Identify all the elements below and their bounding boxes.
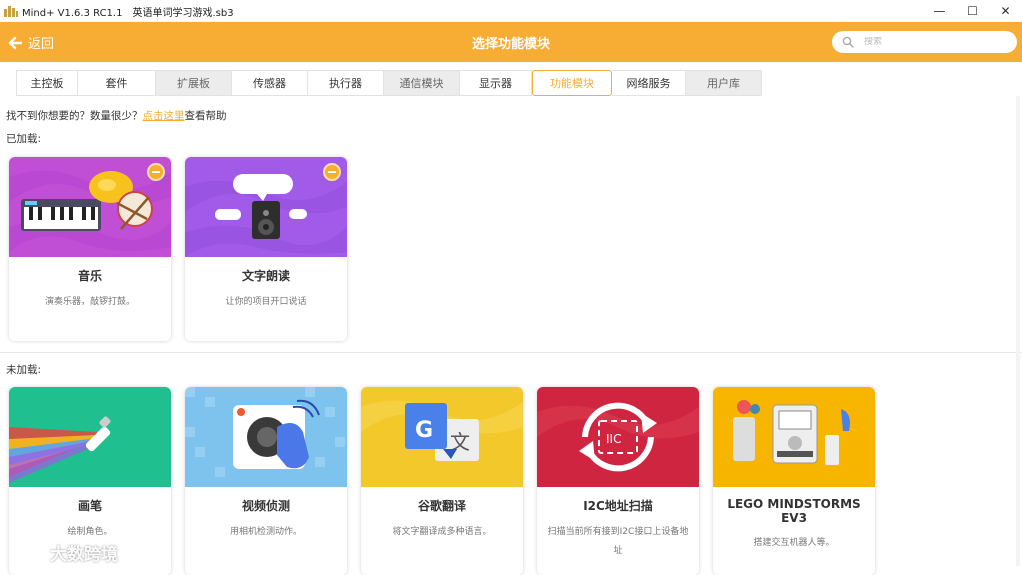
- svg-text:G: G: [415, 418, 433, 443]
- module-desc: 搭建交互机器人等。: [753, 538, 835, 548]
- module-card-text-to-speech[interactable]: 文字朗读 让你的项目开口说话: [185, 157, 347, 341]
- module-desc: 让你的项目开口说话: [225, 297, 307, 307]
- help-link[interactable]: 点击这里: [143, 110, 185, 122]
- scrollbar[interactable]: [1016, 96, 1020, 566]
- module-name: 画笔: [77, 499, 102, 513]
- search-input[interactable]: [864, 37, 1004, 47]
- module-card-lego-ev3[interactable]: LEGO MINDSTORMS EV3 搭建交互机器人等。: [713, 387, 875, 575]
- category-tabs: 主控板 套件 扩展板 传感器 执行器 通信模块 显示器 功能模块 网络服务 用户…: [16, 70, 762, 96]
- music-keyboard-drum-icon: [9, 157, 171, 257]
- tab-function[interactable]: 功能模块: [532, 70, 612, 96]
- module-desc: 将文字翻译成多种语言。: [392, 527, 492, 537]
- tab-display[interactable]: 显示器: [460, 70, 532, 96]
- camera-hand-icon: [185, 387, 347, 487]
- close-button[interactable]: ✕: [989, 0, 1022, 22]
- module-desc: 扫描当前所有接到I2C接口上设备地址: [547, 527, 689, 556]
- svg-text:IIC: IIC: [606, 432, 621, 446]
- tab-main-board[interactable]: 主控板: [16, 70, 78, 96]
- pen-rainbow-icon: [9, 387, 171, 487]
- module-card-video-sensing[interactable]: 视频侦测 用相机检测动作。: [185, 387, 347, 575]
- google-translate-icon: 文 G: [361, 387, 523, 487]
- search-box[interactable]: [832, 31, 1017, 53]
- module-card-i2c-scan[interactable]: IIC I2C地址扫描 扫描当前所有接到I2C接口上设备地址: [537, 387, 699, 575]
- maximize-button[interactable]: ☐: [956, 0, 989, 22]
- minimize-button[interactable]: —: [923, 0, 956, 22]
- window-title: Mind+ V1.6.3 RC1.1 英语单词学习游戏.sb3: [22, 7, 234, 19]
- watermark-logo-icon: [9, 543, 44, 562]
- module-name: 谷歌翻译: [417, 499, 466, 513]
- module-name: LEGO MINDSTORMS EV3: [727, 497, 861, 525]
- module-desc: 演奏乐器，敲锣打鼓。: [44, 297, 135, 307]
- tab-sensor[interactable]: 传感器: [232, 70, 308, 96]
- unloaded-section-label: 未加载:: [6, 364, 42, 376]
- remove-module-button[interactable]: [323, 163, 341, 181]
- module-name: 文字朗读: [241, 269, 290, 283]
- title-bar: Mind+ V1.6.3 RC1.1 英语单词学习游戏.sb3 — ☐ ✕: [0, 0, 1022, 22]
- tab-expansion-board[interactable]: 扩展板: [156, 70, 232, 96]
- module-name: 音乐: [77, 269, 102, 283]
- speaker-speech-icon: [185, 157, 347, 257]
- watermark: 大数跨境: [8, 540, 118, 565]
- module-name: 视频侦测: [241, 499, 290, 513]
- module-desc: 用相机检测动作。: [229, 527, 302, 537]
- i2c-scan-icon: IIC: [537, 387, 699, 487]
- header-bar: 返回 选择功能模块: [0, 22, 1022, 62]
- tab-network[interactable]: 网络服务: [612, 70, 686, 96]
- module-name: I2C地址扫描: [583, 499, 653, 513]
- lego-ev3-icon: [713, 387, 875, 487]
- help-line: 找不到你想要的？数量很少？点击这里查看帮助: [6, 110, 227, 122]
- tab-actuator[interactable]: 执行器: [308, 70, 384, 96]
- loaded-section-label: 已加载:: [6, 133, 42, 145]
- remove-module-button[interactable]: [147, 163, 165, 181]
- search-icon: [842, 36, 854, 48]
- section-divider: [0, 352, 1022, 353]
- module-card-google-translate[interactable]: 文 G 谷歌翻译 将文字翻译成多种语言。: [361, 387, 523, 575]
- app-logo-icon: [4, 5, 18, 17]
- tab-user-library[interactable]: 用户库: [686, 70, 762, 96]
- tab-communication[interactable]: 通信模块: [384, 70, 460, 96]
- module-card-music[interactable]: 音乐 演奏乐器，敲锣打鼓。: [9, 157, 171, 341]
- tab-kit[interactable]: 套件: [78, 70, 156, 96]
